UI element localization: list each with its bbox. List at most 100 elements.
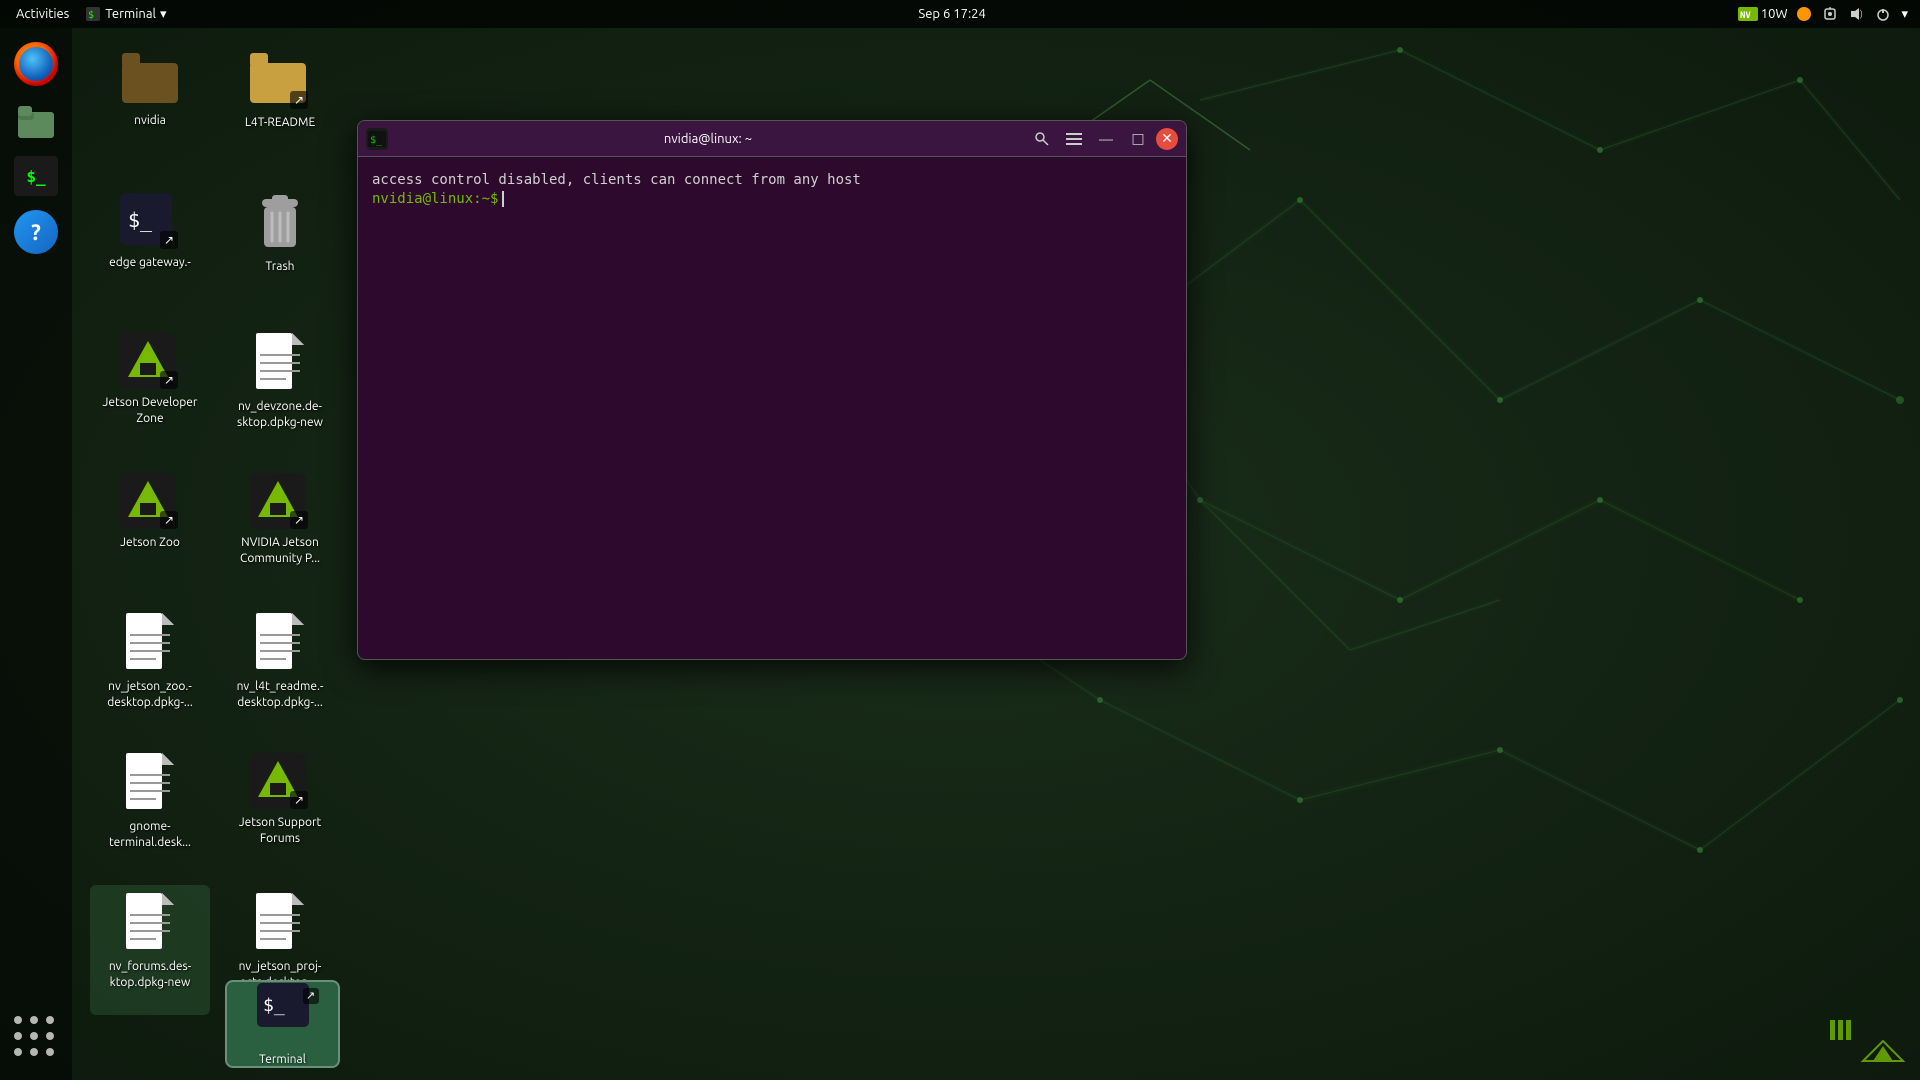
desktop-icon-nvidia[interactable]: nvidia [90, 45, 210, 175]
desktop-icon-jetson-dev[interactable]: ↗ Jetson Developer Zone [90, 325, 210, 455]
nvidia-corner-icon [1858, 1036, 1908, 1066]
terminal-window: $_ nvidia@linux: ~ [357, 120, 1187, 660]
desktop-icon-jetson-support[interactable]: ↗ Jetson Support Forums [220, 745, 340, 875]
dock-terminal[interactable]: $_ [12, 152, 60, 200]
terminal-minimize-button[interactable]: — [1092, 127, 1120, 151]
help-icon: ? [14, 210, 58, 254]
edge-gateway-label: edge gateway.- [109, 255, 191, 271]
gnome-terminal-doc-icon [126, 753, 174, 815]
desktop-icon-l4t-readme[interactable]: ↗ L4T-README [220, 45, 340, 175]
desktop-icon-nv-jetson-zoo[interactable]: nv_jetson_zoo.-desktop.dpkg-... [90, 605, 210, 735]
firefox-icon [14, 42, 58, 86]
desktop-icon-nvidia-community[interactable]: ↗ NVIDIA Jetson Community P... [220, 465, 340, 595]
nvidia-logo-icon: NV [1738, 7, 1758, 21]
minimize-icon: — [1099, 131, 1113, 147]
status-indicator [1797, 7, 1811, 21]
jetson-support-label: Jetson Support Forums [228, 815, 332, 846]
desktop-icons-area: nvidia ↗ L4T-README $_ [80, 35, 350, 1025]
apps-grid-icon [14, 1014, 58, 1058]
desktop: Activities $ Terminal ▾ Sep 6 17:24 NV 1… [0, 0, 1920, 1080]
nvidia-indicator: NV 10W [1738, 7, 1788, 21]
svg-text:$_: $_ [128, 208, 153, 232]
desktop-icon-nv-devzone[interactable]: nv_devzone.de-sktop.dpkg-new [220, 325, 340, 455]
terminal-hamburger-button[interactable] [1060, 127, 1088, 151]
edge-gateway-icon: $_ ↗ [120, 193, 180, 251]
files-icon [14, 98, 58, 142]
trash-icon [254, 193, 306, 255]
nvidia-community-label: NVIDIA Jetson Community P... [228, 535, 332, 566]
topbar-left: Activities $ Terminal ▾ [12, 6, 166, 22]
taskbar-terminal-item[interactable]: $_ ↗ Terminal [225, 980, 340, 1068]
dock-help[interactable]: ? [12, 208, 60, 256]
volume-icon: ) [1849, 7, 1865, 21]
gnome-terminal-label: gnome-terminal.desk... [98, 819, 202, 850]
hamburger-icon [1066, 132, 1082, 146]
nv-devzone-doc-icon [256, 333, 304, 395]
maximize-icon: □ [1131, 130, 1144, 147]
nv-jetson-zoo-doc-icon [126, 613, 174, 675]
terminal-menu-label: Terminal [105, 7, 156, 21]
jetson-support-icon: ↗ [250, 753, 310, 811]
terminal-title-icon: $_ [366, 128, 388, 150]
dock-firefox[interactable] [12, 40, 60, 88]
nvidia-folder-label: nvidia [134, 113, 166, 129]
terminal-menu-icon: $ [85, 6, 101, 22]
svg-text:$_: $_ [263, 995, 285, 1016]
dock-apps-grid[interactable] [12, 1012, 60, 1060]
terminal-menu-arrow: ▾ [160, 7, 167, 22]
svg-text:): ) [1860, 9, 1863, 19]
terminal-dock-icon-img: $_ [14, 156, 58, 196]
nv-devzone-label: nv_devzone.de-sktop.dpkg-new [228, 399, 332, 430]
svg-text:$_: $_ [370, 135, 383, 146]
close-icon: ✕ [1161, 130, 1173, 147]
l4t-readme-icon: ↗ [250, 53, 310, 111]
trash-label: Trash [265, 259, 294, 275]
network-icon [1821, 7, 1839, 21]
topbar-right: NV 10W ) ▾ [1738, 7, 1908, 22]
svg-text:$: $ [88, 10, 94, 21]
terminal-close-button[interactable]: ✕ [1156, 128, 1178, 150]
jetson-dev-icon: ↗ [120, 333, 180, 391]
system-tray-arrow[interactable]: ▾ [1901, 7, 1908, 22]
nvidia-community-icon: ↗ [250, 473, 310, 531]
svg-text:NV: NV [1740, 11, 1751, 21]
terminal-prompt: nvidia@linux:~$ [372, 191, 498, 207]
nvidia-logo-corner [1858, 1036, 1908, 1070]
terminal-taskbar-icon: $_ [257, 983, 309, 1027]
terminal-output-line: access control disabled, clients can con… [372, 169, 1172, 191]
desktop-icon-trash[interactable]: Trash [220, 185, 340, 315]
desktop-icon-nv-forums[interactable]: nv_forums.des-ktop.dpkg-new [90, 885, 210, 1015]
l4t-readme-label: L4T-README [245, 115, 315, 131]
desktop-icon-edge-gateway[interactable]: $_ ↗ edge gateway.- [90, 185, 210, 315]
terminal-taskbar-label: Terminal [259, 1053, 306, 1066]
terminal-input-line[interactable]: nvidia@linux:~$ [372, 191, 1172, 207]
search-icon [1034, 131, 1050, 147]
dock-files[interactable] [12, 96, 60, 144]
terminal-titlebar: $_ nvidia@linux: ~ [358, 121, 1186, 157]
power-icon [1875, 7, 1891, 21]
nv-forums-label: nv_forums.des-ktop.dpkg-new [98, 959, 202, 990]
nvidia-folder-icon [122, 53, 178, 109]
nv-l4t-readme-doc-icon [256, 613, 304, 675]
dock: $_ ? [0, 28, 72, 1080]
terminal-body[interactable]: access control disabled, clients can con… [358, 157, 1186, 659]
desktop-icon-nv-l4t-readme[interactable]: nv_l4t_readme.-desktop.dpkg-... [220, 605, 340, 735]
jetson-zoo-icon: ↗ [120, 473, 180, 531]
terminal-prompt-symbol: $_ [26, 167, 45, 186]
jetson-zoo-label: Jetson Zoo [120, 535, 180, 551]
nv-l4t-readme-label: nv_l4t_readme.-desktop.dpkg-... [228, 679, 332, 710]
nv-forums-icon [126, 893, 174, 955]
terminal-search-button[interactable] [1028, 127, 1056, 151]
nv-jetson-zoo-label: nv_jetson_zoo.-desktop.dpkg-... [98, 679, 202, 710]
terminal-controls: — □ ✕ [1028, 127, 1178, 151]
activities-button[interactable]: Activities [12, 7, 73, 21]
desktop-icon-jetson-zoo[interactable]: ↗ Jetson Zoo [90, 465, 210, 595]
desktop-icon-gnome-terminal[interactable]: gnome-terminal.desk... [90, 745, 210, 875]
terminal-cursor [502, 191, 504, 207]
nv-jetson-proj-doc-icon [256, 893, 304, 955]
datetime-display: Sep 6 17:24 [918, 7, 985, 21]
terminal-menu-button[interactable]: $ Terminal ▾ [85, 6, 166, 22]
topbar: Activities $ Terminal ▾ Sep 6 17:24 NV 1… [0, 0, 1920, 28]
topbar-center: Sep 6 17:24 [918, 7, 985, 21]
terminal-maximize-button[interactable]: □ [1124, 127, 1152, 151]
